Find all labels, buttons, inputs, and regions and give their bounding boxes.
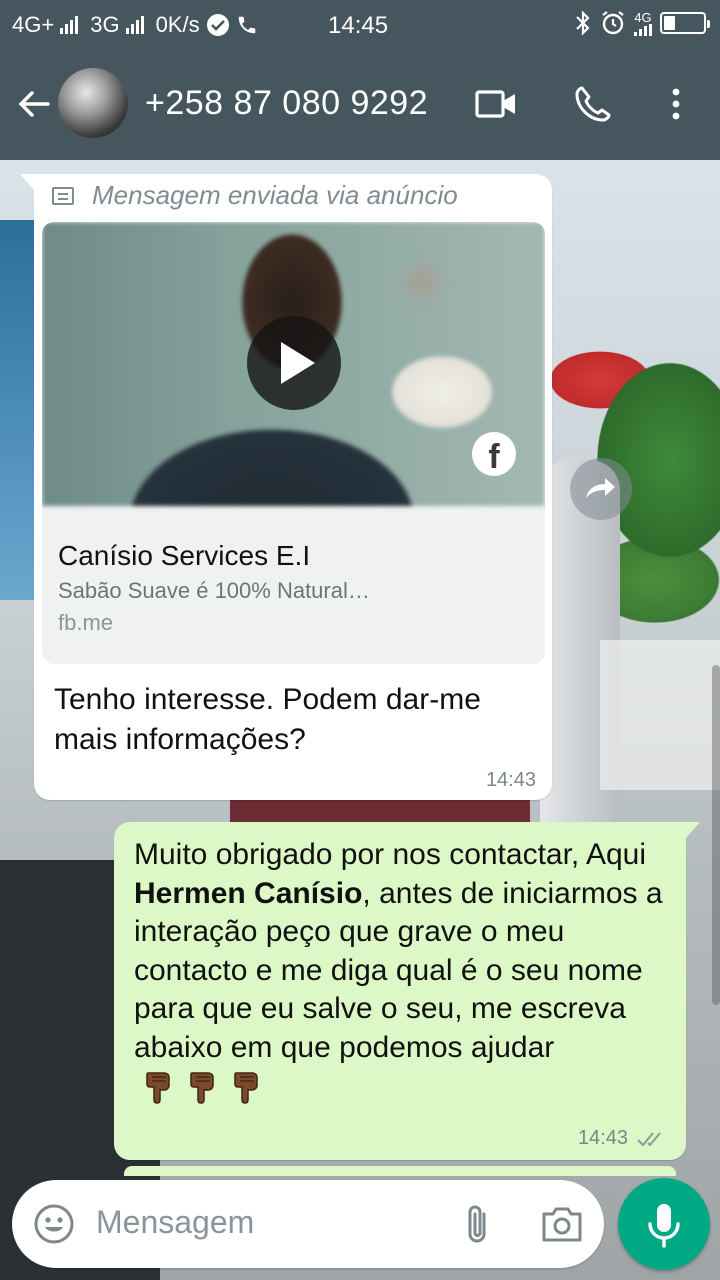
message-text: Tenho interesse. Podem dar-me mais infor… (54, 683, 481, 756)
mic-icon (648, 1204, 680, 1248)
message-time: 14:43 (485, 769, 536, 791)
message-meta: 14:43 (578, 1127, 666, 1150)
avatar[interactable] (58, 68, 128, 138)
message-time: 14:43 (577, 1127, 628, 1149)
ad-notice-label: Mensagem enviada via anúncio (92, 180, 458, 210)
card-link[interactable]: fb.me (58, 610, 113, 636)
facebook-icon: f (472, 432, 516, 476)
battery-icon (660, 12, 710, 34)
alarm-icon (602, 11, 624, 35)
pointing-down-hand-icon (146, 1072, 170, 1104)
contact-name[interactable]: +258 87 080 9292 (145, 84, 428, 123)
emoji-icon[interactable] (32, 1202, 76, 1246)
card-title: Canísio Services E.I (58, 540, 311, 571)
forward-icon (586, 478, 615, 498)
chat-header: +258 87 080 9292 (0, 50, 720, 160)
network-label: 4G+ (12, 12, 55, 37)
outgoing-message[interactable]: Muito obrigado por nos contactar, Aqui H… (114, 822, 700, 1160)
card-description: Sabão Suave é 100% Natural… (58, 578, 370, 603)
ad-notice: Mensagem enviada via anúncio (52, 180, 458, 211)
next-message-edge (124, 1166, 676, 1176)
phone-small-icon (238, 16, 255, 34)
signal-icon (125, 16, 144, 34)
more-vert-icon[interactable] (654, 82, 698, 126)
forward-button[interactable] (570, 458, 632, 520)
network-label: 3G (90, 12, 120, 37)
message-text: Muito obrigado por nos contactar, Aqui H… (134, 836, 669, 1106)
clock: 14:45 (328, 12, 389, 39)
bluetooth-icon (576, 10, 590, 36)
phone-icon[interactable] (570, 82, 614, 126)
play-icon[interactable] (247, 316, 341, 410)
status-bar: 4G+ 3G 0K/s 14:45 4G (0, 0, 720, 50)
data-speed: 0K/s (155, 12, 200, 37)
check-circle-icon (206, 14, 229, 36)
bold-name: Hermen Canísio (134, 876, 363, 910)
pointing-down-hand-icon (190, 1072, 214, 1104)
scrollbar[interactable] (712, 665, 720, 1005)
camera-icon[interactable] (540, 1204, 584, 1244)
back-arrow-icon[interactable] (14, 84, 54, 124)
incoming-message[interactable]: Mensagem enviada via anúncio f Canísio S… (20, 174, 552, 800)
network-4g-icon: 4G (634, 11, 652, 36)
message-input[interactable]: Mensagem (96, 1204, 254, 1241)
video-call-icon[interactable] (474, 82, 518, 126)
ad-preview-card[interactable]: f Canísio Services E.I Sabão Suave é 100… (42, 222, 545, 664)
mic-button[interactable] (618, 1178, 710, 1270)
signal-icon (60, 16, 79, 34)
attach-icon[interactable] (462, 1202, 492, 1246)
pointing-down-hand-icon (234, 1072, 258, 1104)
read-ticks-icon (637, 1131, 661, 1146)
ad-notice-icon (52, 186, 74, 205)
message-composer[interactable]: Mensagem (12, 1180, 604, 1268)
